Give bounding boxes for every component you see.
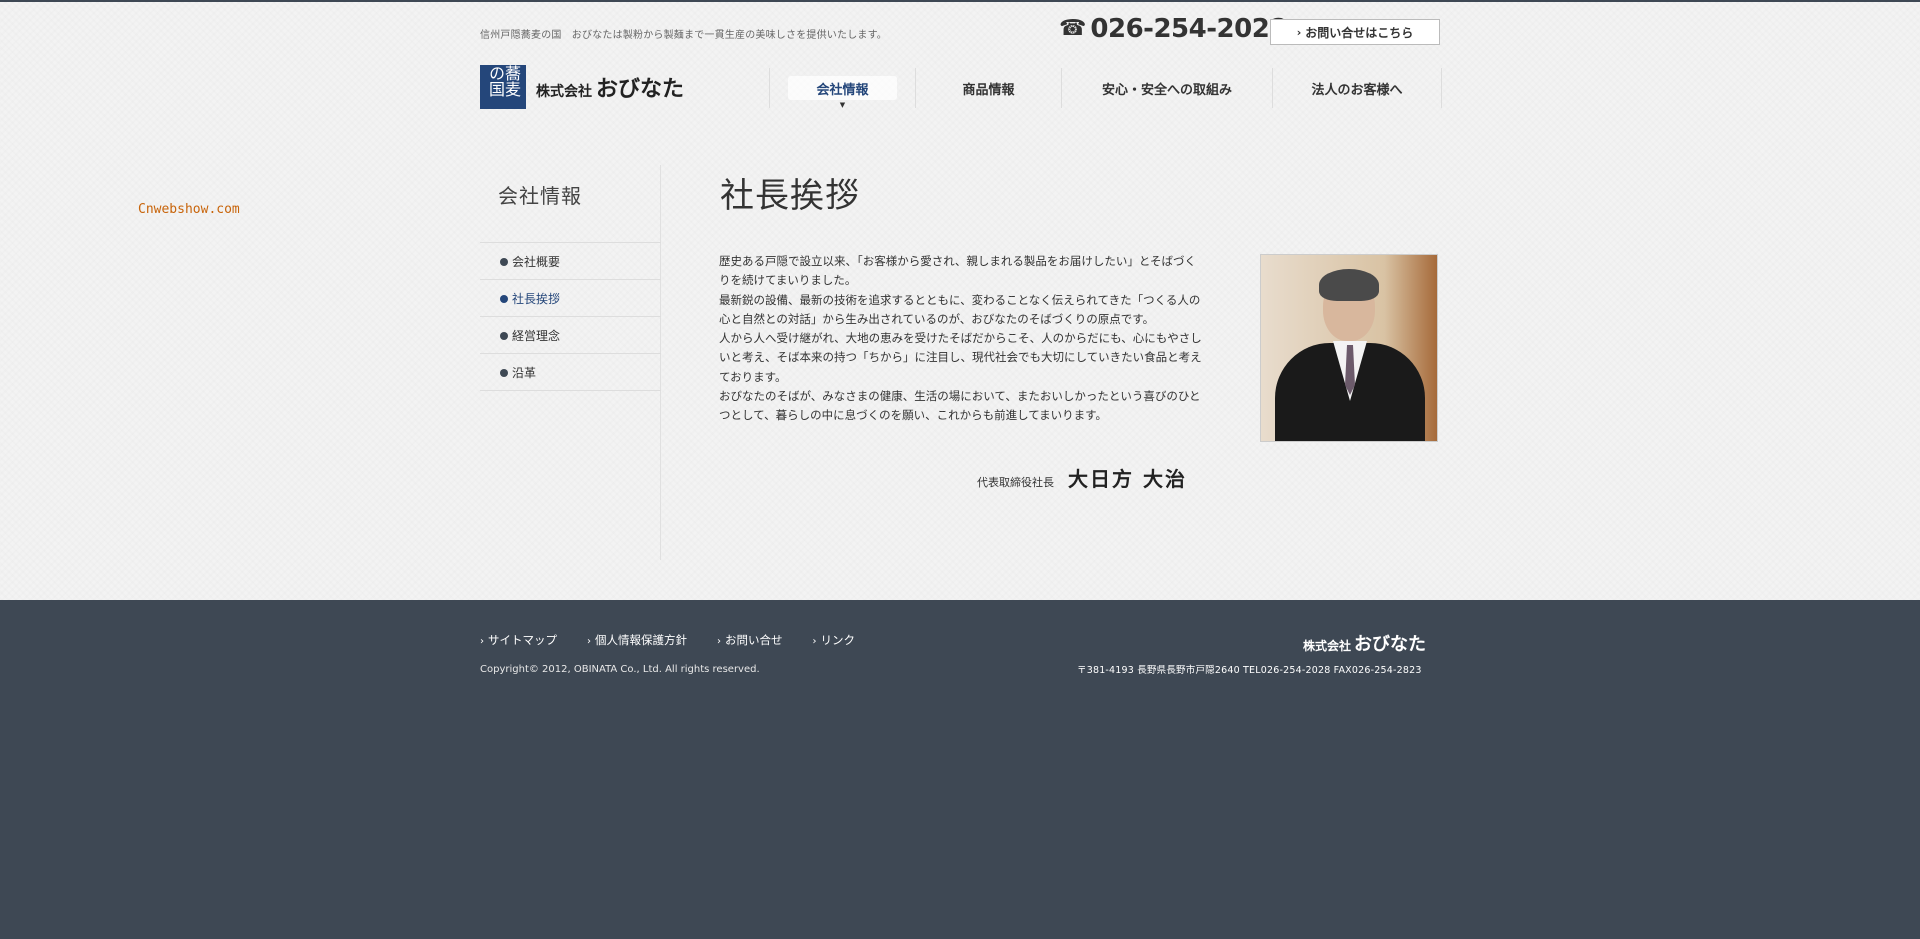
chevron-right-icon: › [587,636,591,647]
footer-logo[interactable]: 株式会社 おびなた [1303,630,1426,656]
page-title: 社長挨拶 [720,176,860,216]
nav-item-products[interactable]: 商品情報 [915,68,1061,108]
sidebar-item-label: 社長挨拶 [512,291,561,306]
contact-button[interactable]: › お問い合せはこちら [1270,19,1440,45]
logo-name: おびなた [596,77,685,102]
signature-role: 代表取締役社長 [977,476,1054,489]
chevron-right-icon: › [480,636,484,647]
watermark-text: Cnwebshow.com [138,202,240,217]
site-tagline: 信州戸隠蕎麦の国 おびなたは製粉から製麺まで一貫生産の美味しさを提供いたします。 [480,30,887,41]
footer-link-label: 個人情報保護方針 [595,633,687,647]
bullet-icon [500,258,508,266]
bullet-icon [500,369,508,377]
footer-link-sitemap[interactable]: › サイトマップ [480,632,557,648]
sidebar-item-greeting[interactable]: 社長挨拶 [480,280,661,317]
nav-item-safety[interactable]: 安心・安全への取組み [1061,68,1272,108]
footer-link-contact[interactable]: › お問い合せ [717,632,783,648]
telephone-icon: ☎ [1059,16,1087,41]
nav-item-label: 安心・安全への取組み [1101,82,1232,98]
logo-prefix: 株式会社 [536,84,592,100]
contact-button-label: お問い合せはこちら [1305,25,1414,40]
nav-item-business[interactable]: 法人のお客様へ [1272,68,1442,108]
global-nav: 会社情報 ▼ 商品情報 安心・安全への取組み 法人のお客様へ [769,68,1442,109]
greeting-paragraph: 人から人へ受け継がれ、大地の恵みを受けたそばだからこそ、人のからだにも、心にもや… [719,331,1202,384]
caret-down-icon: ▼ [839,101,846,109]
greeting-paragraph: おびなたのそばが、みなさまの健康、生活の場において、またおいしかったという喜びの… [719,389,1201,423]
footer-links: › サイトマップ › 個人情報保護方針 › お問い合せ › リンク [480,632,855,648]
copyright: Copyright© 2012, OBINATA Co., Ltd. All r… [480,664,760,675]
nav-item-company[interactable]: 会社情報 ▼ [769,68,915,109]
bullet-icon [500,332,508,340]
chevron-right-icon: › [1296,25,1302,39]
phone-number: ☎ 026-254-2028 [1059,16,1287,42]
greeting-paragraph: 最新鋭の設備、最新の技術を追求するとともに、変わることなく伝えられてきた「つくる… [719,292,1201,326]
top-border [0,0,1920,2]
sidebar-item-overview[interactable]: 会社概要 [480,243,661,280]
greeting-paragraph: 歴史ある戸隠で設立以来、「お客様から愛され、親しまれる製品をお届けしたい」とそば… [719,254,1197,288]
logo-mark-icon: 蕎麦の国 [480,65,526,109]
sidebar-item-philosophy[interactable]: 経営理念 [480,317,661,354]
footer: › サイトマップ › 個人情報保護方針 › お問い合せ › リンク Copyright©… [0,600,1920,939]
nav-item-label: 商品情報 [962,82,1015,98]
footer-link-label: リンク [820,633,856,647]
site-logo[interactable]: 蕎麦の国 株式会社 おびなた [480,65,684,109]
sidebar-item-history[interactable]: 沿革 [480,354,661,391]
phone-number-text: 026-254-2028 [1090,14,1287,44]
chevron-right-icon: › [812,636,817,647]
sidebar: 会社情報 会社概要 社長挨拶 経営理念 沿革 [480,165,661,560]
photo-hair [1319,269,1379,301]
footer-link-links[interactable]: › リンク [813,632,856,648]
signature: 代表取締役社長 大日方 大治 [977,463,1187,492]
sidebar-menu: 会社概要 社長挨拶 経営理念 沿革 [480,242,661,391]
footer-link-label: お問い合せ [725,633,783,647]
sidebar-title: 会社情報 [498,184,582,208]
bullet-icon [500,295,508,303]
greeting-text: 歴史ある戸隠で設立以来、「お客様から愛され、親しまれる製品をお届けしたい」とそば… [719,252,1204,426]
sidebar-item-label: 会社概要 [512,254,561,269]
logo-text: 株式会社 おびなた [536,71,684,103]
footer-logo-prefix: 株式会社 [1303,639,1352,653]
sidebar-item-label: 経営理念 [512,328,561,343]
president-photo [1260,254,1438,442]
signature-name: 大日方 大治 [1068,467,1187,491]
nav-item-label: 法人のお客様へ [1311,82,1403,98]
nav-item-label: 会社情報 [816,82,869,98]
footer-link-label: サイトマップ [488,633,557,647]
footer-logo-name: おびなた [1354,634,1427,655]
sidebar-item-label: 沿革 [512,365,537,380]
footer-link-privacy[interactable]: › 個人情報保護方針 [587,632,687,648]
chevron-right-icon: › [717,636,721,647]
company-address: 〒381-4193 長野県長野市戸隠2640 TEL026-254-2028 F… [1077,665,1422,676]
